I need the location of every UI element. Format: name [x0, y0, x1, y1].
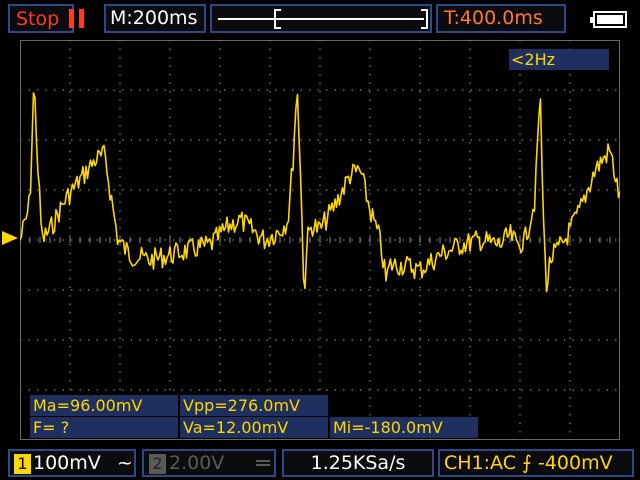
measurement-avg: Va=12.00mV — [180, 417, 328, 438]
center-ticks — [20, 237, 620, 243]
measurement-max: Ma=96.00mV — [30, 395, 178, 416]
measurement-freq: F= ? — [30, 417, 178, 438]
timebase-readout[interactable]: M:200ms — [104, 4, 206, 33]
ch1-settings[interactable]: 1 100mV ~ — [8, 449, 136, 477]
dc-coupling-icon — [256, 464, 270, 466]
measurement-vpp: Vpp=276.0mV — [180, 395, 328, 416]
ch1-level-marker-icon[interactable] — [2, 231, 18, 245]
memory-position-indicator — [210, 4, 432, 33]
measurement-min: Mi=-180.0mV — [330, 417, 478, 438]
ch2-settings[interactable]: 2 2.00V — [142, 449, 276, 477]
pause-icon — [69, 9, 85, 28]
sample-rate-readout: 1.25KSa/s — [282, 449, 434, 477]
run-stop-button[interactable]: Stop — [8, 4, 85, 33]
ch1-badge: 1 — [14, 454, 31, 474]
trigger-settings[interactable]: CH1:AC ⨍ -400mV — [438, 449, 634, 477]
ac-coupling-icon: ~ — [117, 452, 133, 474]
waveform-display — [20, 40, 620, 440]
trigger-time-readout[interactable]: T:400.0ms — [436, 4, 566, 33]
frequency-readout: <2Hz — [509, 49, 609, 70]
run-state-label: Stop — [16, 7, 60, 30]
battery-icon — [590, 11, 627, 28]
ch2-badge: 2 — [149, 454, 166, 474]
ch1-scale: 100mV — [33, 452, 101, 474]
ch2-scale: 2.00V — [169, 452, 225, 474]
